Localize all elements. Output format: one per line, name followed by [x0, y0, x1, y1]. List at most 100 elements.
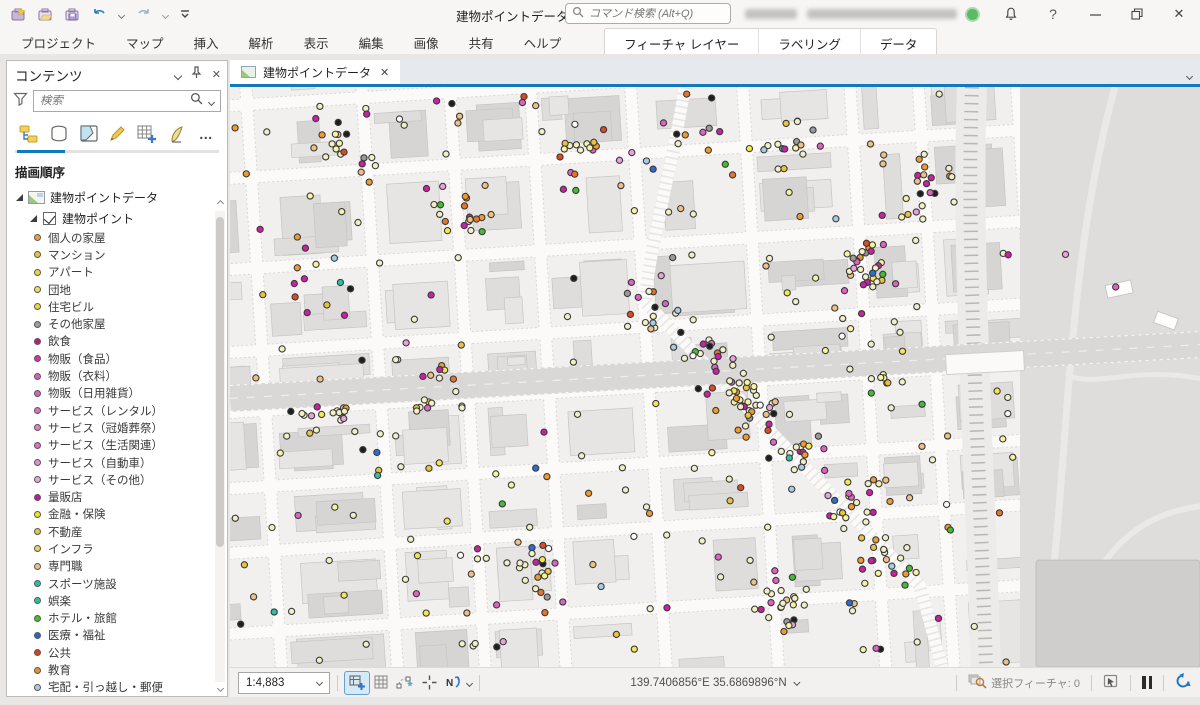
tab-selection[interactable]: [76, 121, 101, 147]
scrollbar-thumb[interactable]: [216, 217, 224, 547]
legend-item[interactable]: サービス（その他）: [7, 471, 227, 488]
layer-visibility-checkbox[interactable]: [43, 212, 56, 225]
tab-editing[interactable]: [105, 121, 130, 147]
legend-item[interactable]: マンション: [7, 246, 227, 263]
expand-collapse-icon[interactable]: [16, 194, 23, 201]
legend-item[interactable]: 医療・福祉: [7, 627, 227, 644]
notifications-bell-icon[interactable]: [990, 0, 1032, 28]
undo-icon[interactable]: [91, 7, 108, 22]
tab-data-source[interactable]: [46, 121, 71, 147]
pane-close-icon[interactable]: ✕: [212, 68, 221, 81]
expand-collapse-icon[interactable]: [30, 215, 37, 222]
contents-search-input[interactable]: [40, 95, 184, 107]
legend-item[interactable]: アパート: [7, 264, 227, 281]
legend-item[interactable]: インフラ: [7, 540, 227, 557]
legend-item[interactable]: 住宅ビル: [7, 298, 227, 315]
avatar[interactable]: [965, 7, 980, 22]
legend-item[interactable]: 宅配・引っ越し・郵便: [7, 679, 227, 696]
ribbon-tab-0[interactable]: プロジェクト: [6, 28, 111, 54]
legend-item[interactable]: 物販（日用雑貨）: [7, 385, 227, 402]
ribbon-tab-7[interactable]: 共有: [454, 28, 509, 54]
tab-overflow-chevron-icon[interactable]: [1187, 66, 1192, 84]
coordinates-readout[interactable]: 139.7406856°E 35.6869896°N: [630, 677, 799, 689]
contents-scrollbar[interactable]: [214, 199, 226, 694]
minimize-button[interactable]: [1074, 0, 1116, 28]
legend-item[interactable]: 量販店: [7, 488, 227, 505]
legend-item[interactable]: サービス（自動車）: [7, 454, 227, 471]
contents-search-box[interactable]: [33, 90, 221, 112]
legend-item[interactable]: 団地: [7, 281, 227, 298]
scroll-up-icon[interactable]: [216, 199, 224, 207]
legend-item[interactable]: その他家屋: [7, 315, 227, 332]
legend-item[interactable]: 公共: [7, 644, 227, 661]
north-dropdown-chevron-icon[interactable]: [467, 677, 472, 689]
contextual-tab-0[interactable]: フィーチャ レイヤー: [605, 29, 758, 54]
redo-dropdown-icon[interactable]: [163, 5, 168, 23]
command-search-input[interactable]: [589, 8, 724, 20]
ribbon-tab-2[interactable]: 挿入: [179, 28, 234, 54]
ribbon-tab-1[interactable]: マップ: [111, 28, 179, 54]
legend-item[interactable]: 娯楽: [7, 592, 227, 609]
filter-funnel-icon[interactable]: [13, 92, 28, 111]
legend-item[interactable]: サービス（生活関連）: [7, 437, 227, 454]
legend-item[interactable]: スポーツ施設: [7, 575, 227, 592]
snapping-toggle[interactable]: [345, 672, 369, 694]
search-dropdown-chevron-icon[interactable]: [209, 92, 214, 110]
pane-menu-chevron-icon[interactable]: [175, 66, 181, 84]
legend-item[interactable]: 物販（食品）: [7, 350, 227, 367]
ribbon-tab-5[interactable]: 編集: [344, 28, 399, 54]
scale-dropdown-chevron-icon[interactable]: [316, 679, 323, 686]
legend-symbol-dot: [34, 424, 41, 431]
map-view-tab[interactable]: 建物ポイントデータ ✕: [230, 60, 400, 84]
select-tool-icon[interactable]: [1103, 674, 1119, 692]
coords-dropdown-chevron-icon[interactable]: [794, 679, 801, 686]
ribbon-tab-3[interactable]: 解析: [234, 28, 289, 54]
legend-item-label: 不動産: [48, 524, 83, 540]
constraints-toggle[interactable]: [393, 672, 417, 694]
crosshair-toggle[interactable]: [417, 672, 441, 694]
scale-combo[interactable]: 1:4,883: [238, 672, 330, 694]
legend-item[interactable]: 教育: [7, 661, 227, 678]
map-canvas[interactable]: [230, 87, 1200, 667]
tab-labeling[interactable]: [164, 121, 189, 147]
legend-item[interactable]: 個人の家屋: [7, 229, 227, 246]
ribbon-tab-6[interactable]: 画像: [399, 28, 454, 54]
north-arrow-indicator[interactable]: N: [441, 672, 465, 694]
basemap[interactable]: [230, 87, 1200, 667]
tab-more-ellipsis[interactable]: …: [194, 121, 219, 147]
save-project-icon[interactable]: [64, 6, 80, 22]
new-project-icon[interactable]: [10, 6, 26, 22]
tree-item-group-layer[interactable]: 建物ポイント: [7, 208, 227, 229]
legend-item[interactable]: 物販（衣料）: [7, 367, 227, 384]
command-search[interactable]: [565, 3, 731, 24]
tab-drawing-order[interactable]: [17, 121, 42, 147]
tree-item-map[interactable]: 建物ポイントデータ: [7, 187, 227, 208]
tab-new-table[interactable]: [135, 121, 160, 147]
help-button[interactable]: ?: [1032, 0, 1074, 28]
legend-item[interactable]: 飲食: [7, 333, 227, 350]
open-project-icon[interactable]: [37, 6, 53, 22]
tab-close-icon[interactable]: ✕: [380, 66, 389, 79]
customize-qat-icon[interactable]: [179, 8, 191, 20]
legend-item[interactable]: 金融・保険: [7, 506, 227, 523]
explore-selection-icon[interactable]: [968, 673, 987, 692]
legend-item[interactable]: 専門職: [7, 558, 227, 575]
legend-item[interactable]: サービス（レンタル）: [7, 402, 227, 419]
ribbon-tab-4[interactable]: 表示: [289, 28, 344, 54]
legend-item[interactable]: 不動産: [7, 523, 227, 540]
close-button[interactable]: ✕: [1158, 0, 1200, 28]
refresh-icon[interactable]: [1175, 673, 1192, 692]
legend-item[interactable]: サービス（冠婚葬祭）: [7, 419, 227, 436]
pane-pin-icon[interactable]: [191, 66, 202, 84]
undo-dropdown-icon[interactable]: [119, 5, 124, 23]
pause-drawing-icon[interactable]: [1142, 676, 1152, 689]
ribbon-tab-8[interactable]: ヘルプ: [509, 28, 577, 54]
main-area: コンテンツ ✕ … 描画順序: [0, 54, 1200, 705]
contextual-tab-1[interactable]: ラベリング: [758, 29, 860, 54]
legend-item[interactable]: ホテル・旅館: [7, 610, 227, 627]
scroll-down-icon[interactable]: [216, 686, 224, 694]
restore-button[interactable]: [1116, 0, 1158, 28]
redo-icon[interactable]: [135, 7, 152, 22]
grid-toggle[interactable]: [369, 672, 393, 694]
contextual-tab-2[interactable]: データ: [860, 29, 937, 54]
